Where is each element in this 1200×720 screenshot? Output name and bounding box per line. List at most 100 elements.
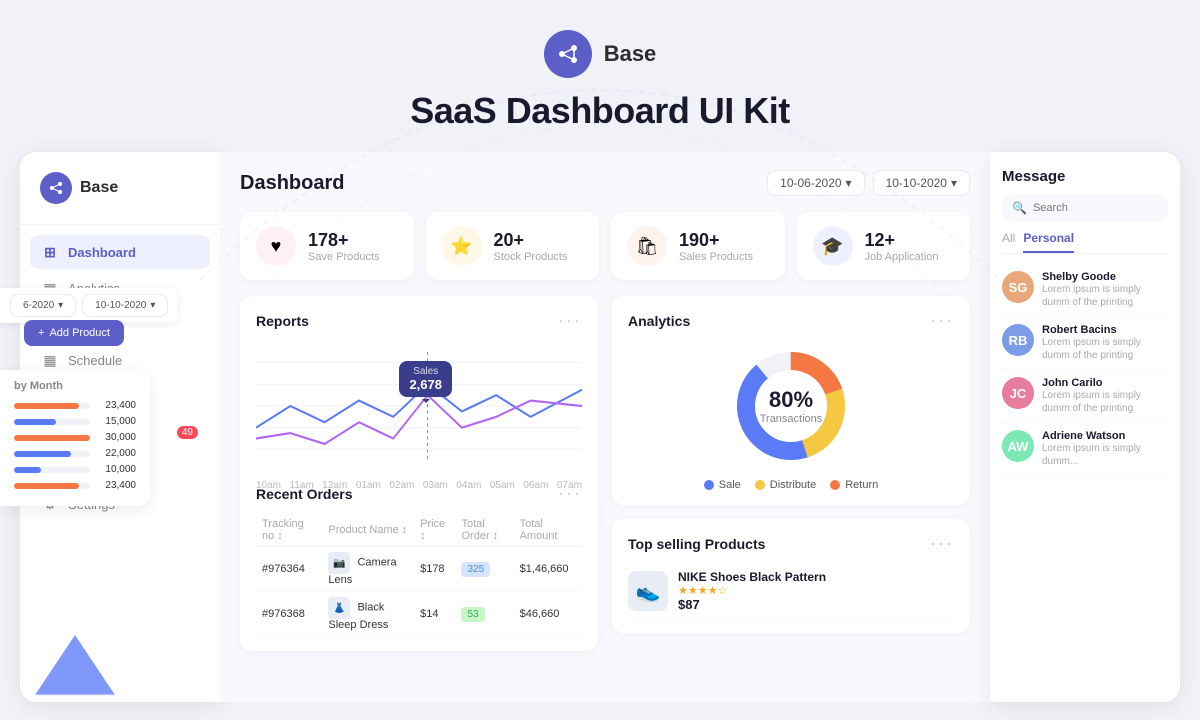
contact-adriene[interactable]: AW Adriene Watson Lorem ipsum is simply …	[1002, 423, 1168, 476]
donut-percent: 80%	[760, 387, 823, 413]
stat-label-save: Save Products	[308, 251, 380, 263]
stat-card-jobs: 🎓 12+ Job Application	[797, 212, 971, 280]
product-thumb-2: 👗	[328, 597, 350, 619]
bar-label-6: 23,400	[96, 480, 136, 491]
reports-menu[interactable]: ···	[558, 310, 582, 331]
dashboard-header: Dashboard 10-06-2020 ▾ 10-10-2020 ▾	[240, 170, 970, 196]
sidebar-item-dashboard[interactable]: ⊞ Dashboard	[30, 235, 210, 269]
sidebar-dashboard-label: Dashboard	[68, 245, 136, 260]
contact-name-shelby: Shelby Goode	[1042, 271, 1168, 283]
by-month-title: by Month	[14, 380, 136, 392]
legend-dot-return	[830, 480, 840, 490]
bar-label-5: 10,000	[96, 464, 136, 475]
schedule-icon: ▦	[42, 352, 58, 368]
bar-row-2: 15,000	[14, 416, 136, 427]
col-price: Price ↕	[414, 514, 455, 547]
col-product: Product Name ↕	[322, 514, 414, 547]
stat-card-save: ♥ 178+ Save Products	[240, 212, 414, 280]
add-product-button[interactable]: + Add Product	[24, 320, 124, 346]
contact-name-robert: Robert Bacins	[1042, 324, 1168, 336]
sidebar-logo-icon	[40, 172, 72, 204]
chart-x-labels: 10am 11am 12am 01am 02am 03am 04am 05am …	[256, 476, 582, 491]
legend-sale: Sale	[704, 479, 741, 491]
left-date-btn-1[interactable]: 6-2020 ▾	[10, 294, 76, 317]
legend-distribute: Distribute	[755, 479, 816, 491]
product-1: 📷 Camera Lens	[322, 547, 414, 592]
date-filters: 10-06-2020 ▾ 10-10-2020 ▾	[767, 170, 970, 196]
stat-card-stock: ⭐ 20+ Stock Products	[426, 212, 600, 280]
chart-tooltip: Sales 2,678	[399, 361, 452, 397]
donut-container: 80% Transactions	[628, 341, 954, 471]
analytics-title: Analytics	[628, 313, 690, 329]
stat-value-stock: 20+	[494, 230, 568, 251]
analytics-legend: Sale Distribute Return	[628, 479, 954, 491]
product-thumb-1: 📷	[328, 552, 350, 574]
legend-dot-distribute	[755, 480, 765, 490]
brand-row: Base	[544, 30, 657, 78]
page-title: SaaS Dashboard UI Kit	[410, 90, 790, 132]
bar-row-3: 30,000	[14, 432, 136, 443]
contact-john[interactable]: JC John Carilo Lorem ipsum is simply dum…	[1002, 370, 1168, 423]
total-order-1: 325	[455, 547, 513, 592]
stat-icon-stock: ⭐	[442, 226, 482, 266]
reports-panel: Reports ··· Sales 2,678	[240, 296, 598, 651]
bar-row-6: 23,400	[14, 480, 136, 491]
bar-label-2: 15,000	[96, 416, 136, 427]
total-amount-1: $1,46,660	[514, 547, 582, 592]
date-filter-1[interactable]: 10-06-2020 ▾	[767, 170, 864, 196]
legend-dot-sale	[704, 480, 714, 490]
legend-return: Return	[830, 479, 878, 491]
avatar-john: JC	[1002, 377, 1034, 409]
table-row: #976364 📷 Camera Lens $178 325 $1,46,660	[256, 547, 582, 592]
top-products-menu[interactable]: ···	[930, 533, 954, 554]
stat-card-sales: 🛍 190+ Sales Products	[611, 212, 785, 280]
bar-row-4: 22,000	[14, 448, 136, 459]
analytics-panel: Analytics ···	[612, 296, 970, 505]
product-row: 👟 NIKE Shoes Black Pattern ★★★★☆ $87	[628, 564, 954, 619]
contact-msg-adriene: Lorem ipsum is simply dumm...	[1042, 442, 1168, 468]
message-tabs: All Personal	[1002, 231, 1168, 254]
right-column: Analytics ···	[612, 296, 970, 651]
stat-icon-save: ♥	[256, 226, 296, 266]
contact-name-john: John Carilo	[1042, 377, 1168, 389]
price-2: $14	[414, 592, 455, 637]
orders-table-header: Tracking no ↕ Product Name ↕ Price ↕ Tot…	[256, 514, 582, 547]
stat-value-jobs: 12+	[865, 230, 939, 251]
col-total-amount: Total Amount	[514, 514, 582, 547]
main-content: Base ⊞ Dashboard ▦ Analytics ▤ Invoice ▦…	[0, 152, 1200, 702]
message-panel: Message 🔍 All Personal SG Shelby Goode L…	[990, 152, 1180, 702]
tracking-1: #976364	[256, 547, 322, 592]
analytics-menu[interactable]: ···	[930, 310, 954, 331]
bar-row-1: 23,400	[14, 400, 136, 411]
orders-section: Recent Orders ··· Tracking no ↕ Product …	[256, 483, 582, 637]
col-tracking: Tracking no ↕	[256, 514, 322, 547]
search-icon: 🔍	[1012, 201, 1027, 215]
by-month-panel: by Month 23,400 15,000 30,000 22,000 10,…	[0, 370, 150, 506]
tab-all[interactable]: All	[1002, 231, 1015, 253]
product-2: 👗 Black Sleep Dress	[322, 592, 414, 637]
left-date-btn-2[interactable]: 10-10-2020 ▾	[82, 294, 168, 317]
message-search-box[interactable]: 🔍	[1002, 195, 1168, 221]
total-amount-2: $46,660	[514, 592, 582, 637]
left-date-pickers: 6-2020 ▾ 10-10-2020 ▾	[0, 288, 178, 323]
sidebar-brand: Base	[20, 172, 220, 225]
contact-shelby[interactable]: SG Shelby Goode Lorem ipsum is simply du…	[1002, 264, 1168, 317]
date-filter-2[interactable]: 10-10-2020 ▾	[873, 170, 970, 196]
dashboard-icon: ⊞	[42, 244, 58, 260]
reports-title: Reports	[256, 313, 309, 329]
sidebar-brand-label: Base	[80, 179, 118, 197]
message-search-input[interactable]	[1033, 202, 1158, 214]
messages-badge: 49	[177, 426, 198, 439]
product-name-1: NIKE Shoes Black Pattern	[678, 570, 826, 584]
dashboard-title: Dashboard	[240, 172, 344, 195]
price-1: $178	[414, 547, 455, 592]
contact-name-adriene: Adriene Watson	[1042, 430, 1168, 442]
avatar-shelby: SG	[1002, 271, 1034, 303]
contact-robert[interactable]: RB Robert Bacins Lorem ipsum is simply d…	[1002, 317, 1168, 370]
top-products-panel: Top selling Products ··· 👟 NIKE Shoes Bl…	[612, 519, 970, 633]
stat-label-sales: Sales Products	[679, 251, 753, 263]
tab-personal[interactable]: Personal	[1023, 231, 1074, 253]
table-row: #976368 👗 Black Sleep Dress $14 53 $46,6…	[256, 592, 582, 637]
sidebar-schedule-label: Schedule	[68, 353, 122, 368]
stat-value-save: 178+	[308, 230, 380, 251]
